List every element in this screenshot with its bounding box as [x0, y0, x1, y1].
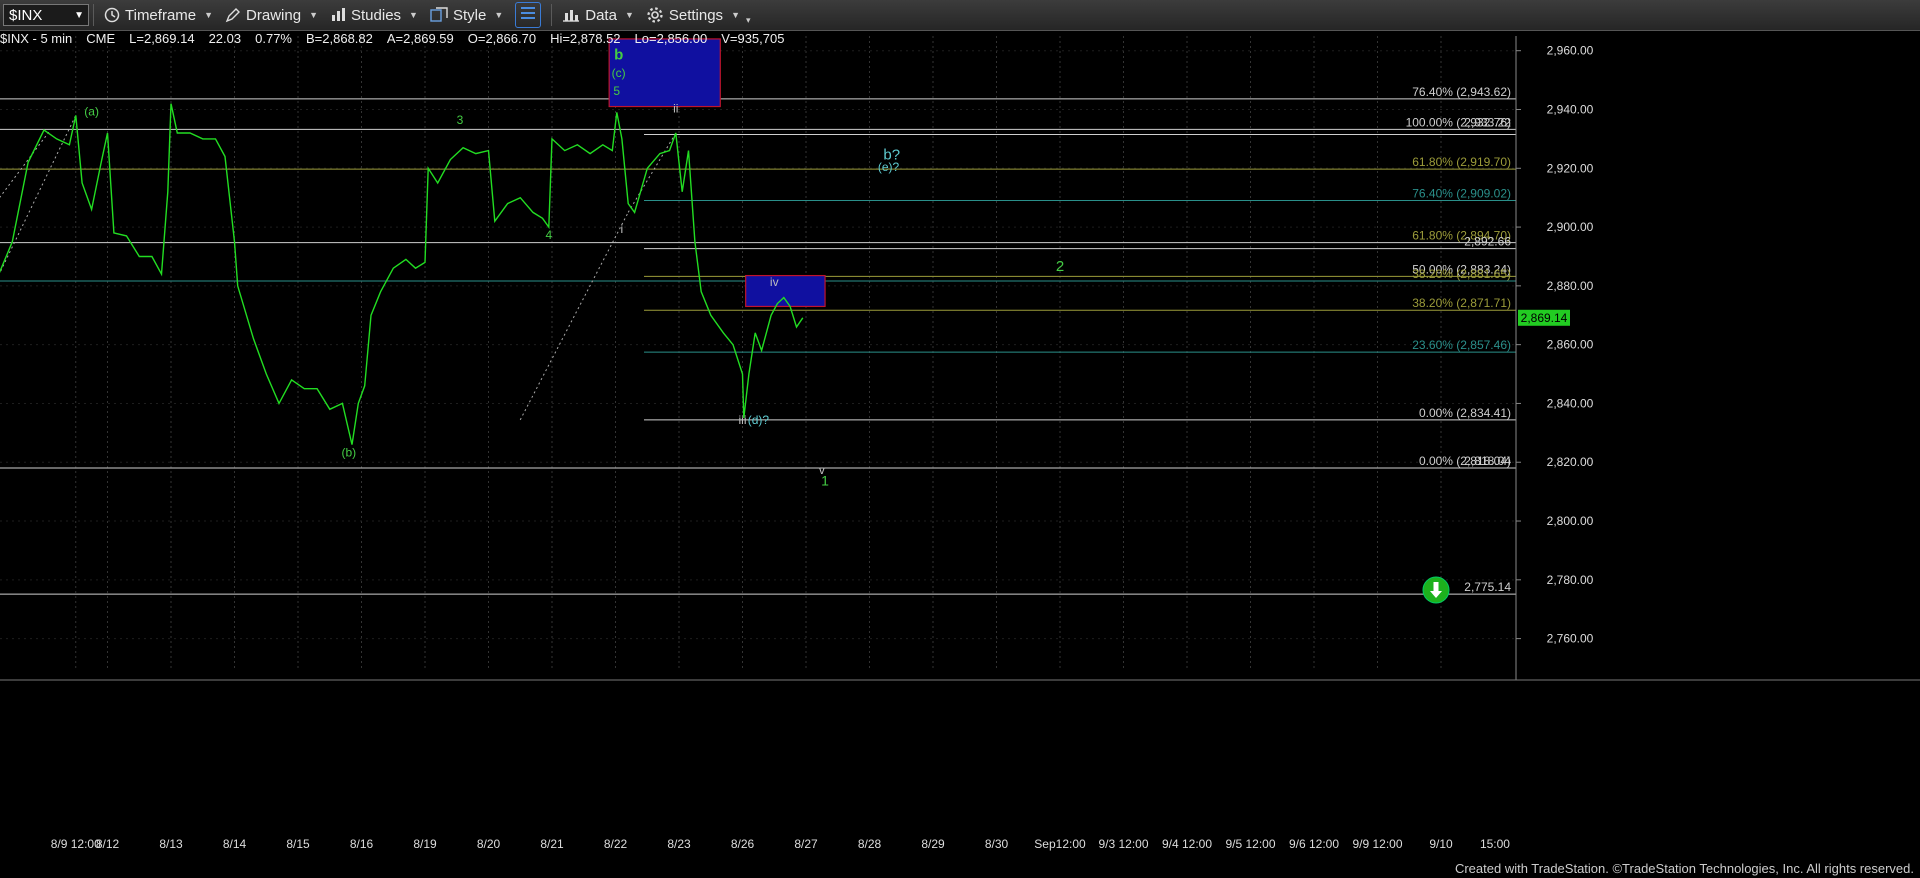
wave-label: ii — [673, 101, 678, 115]
x-tick-label: 9/6 12:00 — [1289, 837, 1339, 851]
fib-trendline — [0, 129, 51, 198]
x-tick-label: 8/23 — [667, 837, 691, 851]
x-tick-label: 8/30 — [985, 837, 1009, 851]
fib-label: 76.40% (2,943.62) — [1412, 85, 1511, 99]
wave-label: (d)? — [748, 413, 770, 427]
quote-ask: A=2,869.59 — [386, 31, 454, 46]
x-tick-label: 9/5 12:00 — [1225, 837, 1275, 851]
x-tick-label: 8/13 — [159, 837, 183, 851]
fib-label: 0.00% (2,834.41) — [1419, 406, 1511, 420]
x-axis: 8/9 12:008/12 8/13 8/14 8/15 8/16 8/19 8/20 8/2… — [0, 679, 1920, 851]
x-tick-label: 9/10 — [1429, 837, 1453, 851]
wave-label: 4 — [545, 228, 552, 242]
y-tick-label: 2,840.00 — [1547, 396, 1594, 410]
price-series — [0, 103, 804, 445]
price-chart[interactable]: 76.40% (2,943.62)100.00% (2,932.76)61.80… — [0, 0, 1920, 878]
quote-bid: B=2,868.82 — [306, 31, 373, 46]
quote-open: O=2,866.70 — [467, 31, 537, 46]
fib-trendline — [0, 115, 77, 274]
quote-last: L=2,869.14 — [129, 31, 195, 46]
wave-label: 3 — [457, 113, 464, 127]
quote-high: Hi=2,878.52 — [550, 31, 621, 46]
x-tick-label: 8/27 — [794, 837, 818, 851]
y-tick-label: 2,900.00 — [1547, 220, 1594, 234]
copyright-footer: Created with TradeStation. ©TradeStation… — [1454, 861, 1914, 876]
fib-level-labels: 76.40% (2,943.62)100.00% (2,932.76)61.80… — [1406, 85, 1512, 594]
x-tick-label: 15:00 — [1480, 837, 1510, 851]
price-level-label: 2,892.66 — [1464, 235, 1511, 249]
down-arrow-marker — [1422, 576, 1450, 604]
x-tick-label: 8/15 — [286, 837, 310, 851]
x-tick-label: 9/9 12:00 — [1352, 837, 1402, 851]
wave-label: 1 — [821, 473, 829, 489]
price-line — [0, 103, 804, 445]
quote-low: Lo=2,856.00 — [634, 31, 708, 46]
quote-exchange: CME — [86, 31, 116, 46]
fib-label: 76.40% (2,909.02) — [1412, 187, 1511, 201]
x-tick-label: 8/20 — [477, 837, 501, 851]
x-tick-label: 8/22 — [604, 837, 628, 851]
wave-label: (b) — [341, 445, 356, 459]
quote-change: 22.03 — [208, 31, 242, 46]
quote-line: $INX - 5 min CME L=2,869.14 22.03 0.77% … — [0, 31, 798, 47]
wave-label: i — [621, 222, 624, 236]
wave-label: b — [614, 47, 623, 64]
fib-label: 38.20% (2,871.71) — [1412, 296, 1511, 310]
y-tick-label: 2,940.00 — [1547, 102, 1594, 116]
price-level-label: 2,933.22 — [1464, 115, 1511, 129]
x-tick-label: 8/28 — [858, 837, 882, 851]
y-axis: 2,960.00 2,940.00 2,920.00 2,900.00 2,880.00… — [1515, 36, 1594, 680]
y-tick-label: 2,860.00 — [1547, 338, 1594, 352]
x-tick-label: 8/21 — [540, 837, 564, 851]
x-tick-label: 8/29 — [921, 837, 945, 851]
x-tick-label: 8/9 12:00 — [51, 837, 101, 851]
y-tick-label: 2,920.00 — [1547, 161, 1594, 175]
y-tick-label: 2,800.00 — [1547, 514, 1594, 528]
y-tick-label: 2,780.00 — [1547, 573, 1594, 587]
y-tick-label: 2,820.00 — [1547, 455, 1594, 469]
fib-trendline — [519, 212, 629, 421]
x-tick-label: 9/4 12:00 — [1162, 837, 1212, 851]
wave-label: (c) — [612, 66, 626, 80]
wave-label: iii — [739, 413, 747, 427]
x-tick-label: 8/14 — [223, 837, 247, 851]
quote-title: $INX - 5 min — [0, 31, 73, 46]
x-tick-label: Sep12:00 — [1034, 837, 1086, 851]
last-price-label: 2,869.14 — [1521, 311, 1568, 325]
x-tick-label: 9/3 12:00 — [1098, 837, 1148, 851]
y-tick-label: 2,960.00 — [1547, 44, 1594, 58]
x-tick-label: 8/16 — [350, 837, 374, 851]
fib-label: 38.20% (2,881.65) — [1412, 267, 1511, 281]
zone-boxes — [608, 38, 826, 308]
quote-change-pct: 0.77% — [255, 31, 292, 46]
x-tick-label: 8/19 — [413, 837, 437, 851]
y-tick-label: 2,880.00 — [1547, 279, 1594, 293]
price-level-label: 2,818.04 — [1464, 454, 1511, 468]
wave-label: (a) — [84, 104, 99, 118]
price-level-label: 2,775.14 — [1464, 580, 1511, 594]
wave-label: 5 — [613, 84, 620, 98]
fib-label: 61.80% (2,919.70) — [1412, 155, 1511, 169]
y-tick-label: 2,760.00 — [1547, 632, 1594, 646]
wave-label: (e)? — [878, 160, 900, 174]
fib-label: 23.60% (2,857.46) — [1412, 338, 1511, 352]
wave-labels: (a)(b)34b(c)5iiiiviii (d)?b?(e)?2v1 — [84, 47, 1064, 489]
x-tick-label: 8/26 — [731, 837, 755, 851]
wave-label: iv — [770, 275, 779, 289]
wave-label: 2 — [1056, 258, 1064, 275]
x-tick-label: 8/12 — [96, 837, 120, 851]
iv-wave-zone-box — [745, 274, 826, 308]
b-wave-zone-box — [608, 38, 721, 108]
quote-volume: V=935,705 — [721, 31, 785, 46]
